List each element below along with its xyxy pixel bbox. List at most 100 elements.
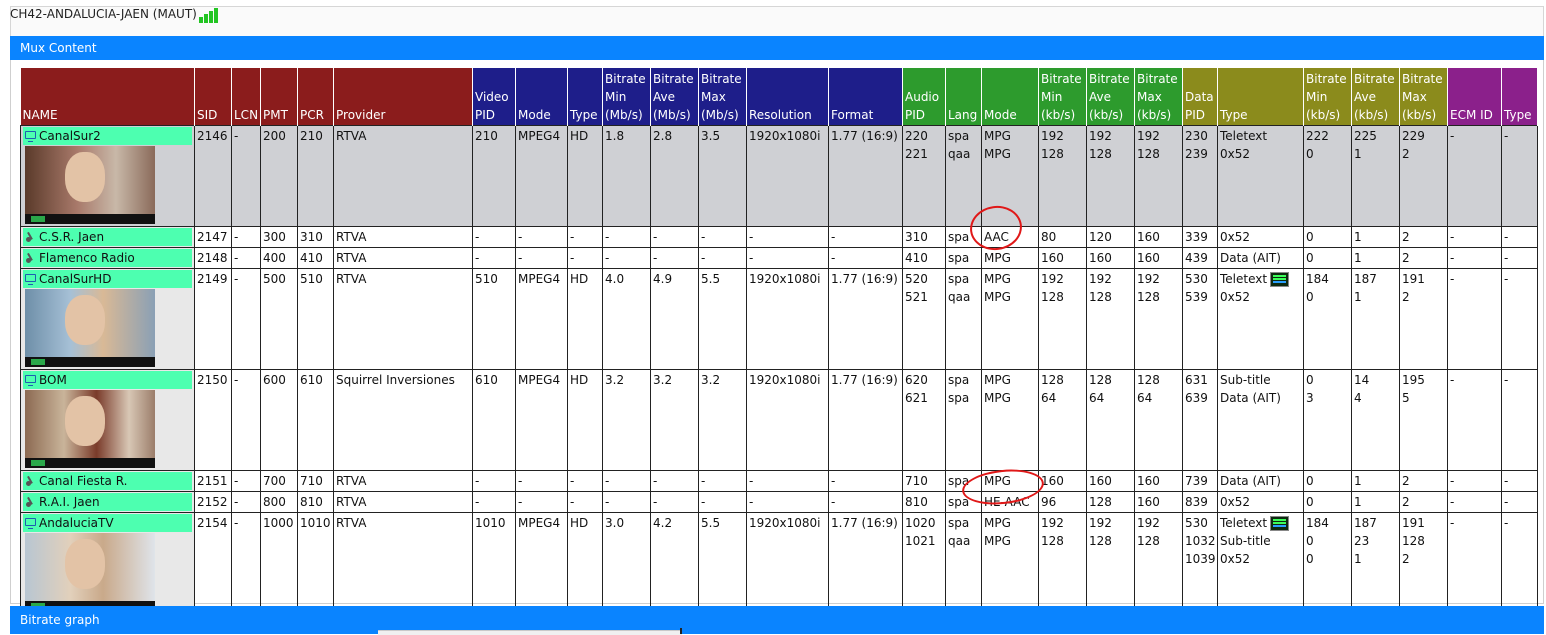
cell-line: 187 [1354, 514, 1397, 532]
teletext-icon[interactable] [1270, 272, 1290, 287]
bitrate-graph-title: Bitrate graph [20, 613, 100, 627]
cell-resolution: 1920x1080i [746, 369, 829, 471]
cell-video-type: HD [567, 125, 603, 227]
cell-sid: 2148 [194, 247, 232, 269]
cell-format: 1.77 (16:9) [828, 268, 903, 370]
col-data-bitrate-min[interactable]: Bitrate Min (kb/s) [1303, 68, 1352, 126]
cell-value: 128 [1041, 147, 1064, 161]
col-audio-mode[interactable]: Mode [981, 68, 1039, 126]
teletext-icon[interactable] [1270, 516, 1290, 531]
cell-value: spa [948, 251, 970, 265]
service-name-cell[interactable]: BOM [20, 369, 195, 471]
cell-video-pid: 610 [472, 369, 516, 471]
service-thumbnail[interactable] [25, 289, 155, 367]
service-name-cell[interactable]: Flamenco Radio [20, 247, 195, 269]
cell-provider: Squirrel Inversiones [333, 369, 473, 471]
table-row[interactable]: CanalSur2 2146-200 210 RTVA 210 MPEG4 HD 1.8 2.8… [20, 125, 1538, 227]
col-ecm-type[interactable]: Type [1501, 68, 1538, 126]
service-name-cell[interactable]: CanalSurHD [20, 268, 195, 370]
col-audio-bitrate-max[interactable]: Bitrate Max (kb/s) [1134, 68, 1183, 126]
service-name-cell[interactable]: Canal Fiesta R. [20, 470, 195, 492]
table-row[interactable]: Flamenco Radio 2148-400 410 RTVA - - - - - - - -410… [20, 247, 1538, 269]
bitrate-graph-scrollbar[interactable] [378, 630, 682, 635]
service-name-label[interactable]: R.A.I. Jaen [23, 493, 192, 511]
table-row[interactable]: R.A.I. Jaen 2152-800 810 RTVA - - - - - - - -810 spa… [20, 491, 1538, 513]
col-audio-bitrate-ave[interactable]: Bitrate Ave (kb/s) [1086, 68, 1135, 126]
col-ecm-id[interactable]: ECM ID [1447, 68, 1502, 126]
col-pcr[interactable]: PCR [297, 68, 334, 126]
col-video-bitrate-min[interactable]: Bitrate Min (Mb/s) [602, 68, 651, 126]
cell-resolution: 1920x1080i [746, 268, 829, 370]
col-sid[interactable]: SID [194, 68, 232, 126]
cell-ecm-type: - [1501, 369, 1538, 471]
mux-content-header[interactable]: Mux Content [10, 36, 1544, 60]
service-name-label[interactable]: Canal Fiesta R. [23, 472, 192, 490]
col-data-bitrate-max[interactable]: Bitrate Max (kb/s) [1399, 68, 1448, 126]
table-row[interactable]: C.S.R. Jaen 2147-300 310 RTVA - - - - - - - -310 spa… [20, 226, 1538, 248]
service-name-label[interactable]: Flamenco Radio [23, 249, 192, 267]
thumbnail-figure [65, 539, 105, 589]
cell-amin: 128 64 [1038, 369, 1087, 471]
cell-amin: 192 128 [1038, 512, 1087, 614]
cell-resolution: - [746, 247, 829, 269]
service-name-label[interactable]: CanalSur2 [23, 127, 192, 145]
col-video-mode[interactable]: Mode [515, 68, 568, 126]
col-pmt[interactable]: PMT [260, 68, 298, 126]
col-data-bitrate-ave[interactable]: Bitrate Ave (kb/s) [1351, 68, 1400, 126]
cell-value: 192 [1137, 129, 1160, 143]
cell-line: 0 [1306, 493, 1349, 511]
col-video-bitrate-max[interactable]: Bitrate Max (Mb/s) [698, 68, 747, 126]
table-row[interactable]: CanalSurHD 2149-500 510 RTVA 510 MPEG4 HD 4.0 4.… [20, 268, 1538, 370]
service-thumbnail[interactable] [25, 390, 155, 468]
service-name-label[interactable]: BOM [23, 371, 192, 389]
col-data-pid[interactable]: Data PID [1182, 68, 1218, 126]
col-video-bitrate-ave[interactable]: Bitrate Ave (Mb/s) [650, 68, 699, 126]
cell-format: - [828, 226, 903, 248]
cell-value: 221 [905, 147, 928, 161]
service-name-label[interactable]: AndaluciaTV [23, 514, 192, 532]
col-data-type[interactable]: Type [1217, 68, 1304, 126]
cell-line: 2 [1402, 228, 1445, 246]
thumbnail-figure [65, 152, 105, 202]
cell-line: 192 [1137, 514, 1180, 532]
bitrate-graph-header[interactable]: Bitrate graph [10, 606, 1544, 634]
cell-line: 221 [905, 145, 943, 163]
table-row[interactable]: BOM 2150-600 610 Squirrel Inversiones 610 MPE… [20, 369, 1538, 471]
col-audio-bitrate-min[interactable]: Bitrate Min (kb/s) [1038, 68, 1087, 126]
cell-line: spa [948, 127, 979, 145]
col-format[interactable]: Format [828, 68, 903, 126]
col-provider[interactable]: Provider [333, 68, 473, 126]
cell-vmax: - [698, 247, 747, 269]
col-video-type[interactable]: Type [567, 68, 603, 126]
cell-dmin: 0 [1303, 470, 1352, 492]
cell-value: 128 [1089, 290, 1112, 304]
cell-dtype: 0x52 [1217, 491, 1304, 513]
table-row[interactable]: AndaluciaTV 2154-1000 1010 RTVA 1010 MPEG4 HD 3… [20, 512, 1538, 614]
service-name: BOM [39, 373, 67, 387]
service-thumbnail[interactable] [25, 533, 155, 611]
col-video-pid[interactable]: Video PID [472, 68, 516, 126]
col-lcn[interactable]: LCN [231, 68, 261, 126]
col-resolution[interactable]: Resolution [746, 68, 829, 126]
service-name-cell[interactable]: R.A.I. Jaen [20, 491, 195, 513]
cell-line: 220 [905, 127, 943, 145]
service-name-label[interactable]: CanalSurHD [23, 270, 192, 288]
table-row[interactable]: Canal Fiesta R. 2151-700 710 RTVA - - - - - - - -71… [20, 470, 1538, 492]
col-lang[interactable]: Lang [945, 68, 982, 126]
cell-line: Teletext [1220, 127, 1301, 145]
cell-dtype: Sub-title Data (AIT) [1217, 369, 1304, 471]
cell-line: Sub-title [1220, 532, 1301, 550]
service-thumbnail[interactable] [25, 146, 155, 224]
cell-line: 222 [1306, 127, 1349, 145]
col-name[interactable]: NAME [20, 68, 195, 126]
cell-sid: 2154 [194, 512, 232, 614]
cell-line: 192 [1041, 270, 1084, 288]
service-name-cell[interactable]: CanalSur2 [20, 125, 195, 227]
cell-value: 239 [1185, 147, 1208, 161]
service-name-label[interactable]: C.S.R. Jaen [23, 228, 192, 246]
service-name-cell[interactable]: AndaluciaTV [20, 512, 195, 614]
service-name-cell[interactable]: C.S.R. Jaen [20, 226, 195, 248]
cell-line: 3 [1306, 389, 1349, 407]
cell-ecm-id: - [1447, 226, 1502, 248]
col-audio-pid[interactable]: Audio PID [902, 68, 946, 126]
